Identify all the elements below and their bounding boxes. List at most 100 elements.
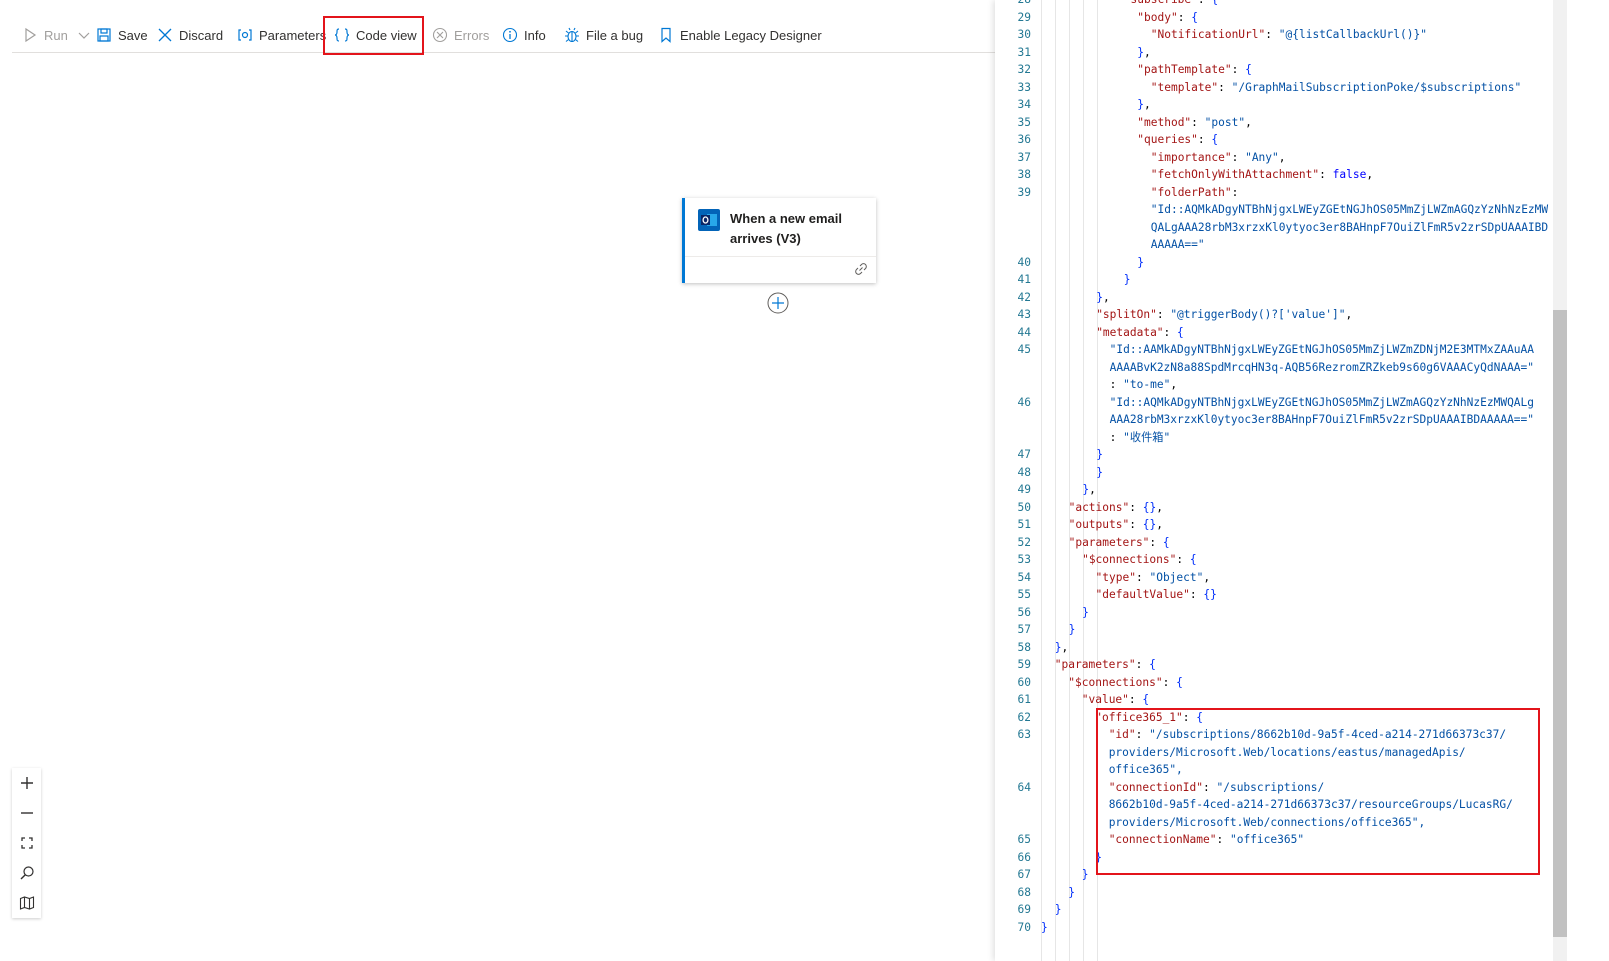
minus-icon: [20, 812, 33, 814]
line-number: 43: [1017, 308, 1031, 321]
line-number: 48: [1017, 465, 1031, 479]
code-text: "pathTemplate": {: [1137, 63, 1252, 76]
code-text: }: [1041, 920, 1048, 934]
code-line[interactable]: 52 "parameters": {: [995, 534, 1555, 552]
code-line[interactable]: 39 "folderPath":: [995, 184, 1555, 202]
code-line[interactable]: 46 "Id::AQMkADgyNTBhNjgxLWEyZGEtNGJhOS05…: [995, 394, 1555, 412]
code-line[interactable]: 31 },: [995, 44, 1555, 62]
code-line[interactable]: 32 "pathTemplate": {: [995, 61, 1555, 79]
code-text: }: [1095, 850, 1102, 864]
code-text: "value": {: [1081, 693, 1150, 706]
code-line[interactable]: 61 "value": {: [995, 691, 1555, 709]
code-line[interactable]: AAAAA==": [995, 236, 1555, 254]
parameters-button[interactable]: Parameters: [237, 24, 326, 46]
code-line[interactable]: 54 "type": "Object",: [995, 569, 1555, 587]
code-line[interactable]: 68 }: [995, 884, 1555, 902]
link-icon[interactable]: [854, 262, 868, 276]
code-text: "outputs": {},: [1068, 518, 1163, 531]
minimap-button[interactable]: [12, 888, 41, 918]
code-text: "fetchOnlyWithAttachment": false,: [1150, 168, 1374, 181]
bookmark-icon: [658, 27, 674, 43]
code-line[interactable]: 42},: [995, 289, 1555, 307]
code-line[interactable]: 48}: [995, 464, 1555, 482]
code-line[interactable]: 53 "$connections": {: [995, 551, 1555, 569]
line-number: 51: [1017, 518, 1031, 531]
code-line[interactable]: 35 "method": "post",: [995, 114, 1555, 132]
code-line[interactable]: 37 "importance": "Any",: [995, 149, 1555, 167]
designer-canvas[interactable]: [0, 53, 995, 961]
fit-view-button[interactable]: [12, 828, 41, 858]
line-number: 32: [1017, 63, 1031, 76]
code-line[interactable]: "Id::AQMkADgyNTBhNjgxLWEyZGEtNGJhOS05MmZ…: [995, 201, 1555, 219]
code-text: "Id::AQMkADgyNTBhNjgxLWEyZGEtNGJhOS05MmZ…: [1109, 395, 1535, 409]
line-number: 61: [1017, 693, 1031, 706]
code-line[interactable]: 38 "fetchOnlyWithAttachment": false,: [995, 166, 1555, 184]
code-line[interactable]: 34 },: [995, 96, 1555, 114]
code-line[interactable]: AAAABvK2zN8a88SpdMrcqHN3q-AQB56RezromZRZ…: [995, 359, 1555, 377]
code-line[interactable]: 59 "parameters": {: [995, 656, 1555, 674]
code-line[interactable]: : "to-me",: [995, 376, 1555, 394]
trigger-card-title: When a new email arrives (V3): [730, 211, 842, 246]
code-line[interactable]: 41}: [995, 271, 1555, 289]
code-line[interactable]: QALgAAA28rbM3xrzxKl0ytyoc3er8BAHnpF7OuiZ…: [995, 219, 1555, 237]
card-divider: [685, 256, 876, 257]
save-button[interactable]: Save: [96, 24, 148, 46]
code-line[interactable]: 29 "body": {: [995, 9, 1555, 27]
line-number: 53: [1017, 553, 1031, 566]
chevron-down-icon[interactable]: [76, 27, 92, 43]
code-line[interactable]: 50 "actions": {},: [995, 499, 1555, 517]
enable-legacy-designer-button[interactable]: Enable Legacy Designer: [658, 24, 822, 46]
code-line[interactable]: 30 "NotificationUrl": "@{listCallbackUrl…: [995, 26, 1555, 44]
code-line[interactable]: 49},: [995, 481, 1555, 499]
code-line[interactable]: 28 "subscribe": {: [995, 0, 1555, 9]
line-number: 62: [1017, 710, 1031, 724]
code-line[interactable]: 43 "splitOn": "@triggerBody()?['value']",: [995, 306, 1555, 324]
line-number: 60: [1017, 675, 1031, 689]
outlook-logo-icon: [698, 209, 720, 231]
zoom-in-button[interactable]: [12, 768, 41, 798]
code-line[interactable]: 56 }: [995, 604, 1555, 622]
code-line[interactable]: 40 }: [995, 254, 1555, 272]
code-line[interactable]: 58},: [995, 639, 1555, 657]
add-step-button[interactable]: [767, 292, 789, 314]
code-line[interactable]: 55 "defaultValue": {}: [995, 586, 1555, 604]
line-number: 47: [1017, 448, 1031, 461]
line-number: 59: [1017, 658, 1031, 671]
code-line[interactable]: 51 "outputs": {},: [995, 516, 1555, 534]
info-button[interactable]: Info: [502, 24, 546, 46]
discard-button[interactable]: Discard: [157, 24, 223, 46]
code-text: "importance": "Any",: [1150, 150, 1286, 164]
code-line[interactable]: : "收件箱": [995, 429, 1555, 447]
code-line[interactable]: 70}: [995, 919, 1555, 937]
file-bug-button[interactable]: File a bug: [564, 24, 643, 46]
info-icon: [502, 27, 518, 43]
code-text: "folderPath":: [1150, 185, 1239, 199]
code-line[interactable]: 33 "template": "/GraphMailSubscriptionPo…: [995, 79, 1555, 97]
scrollbar-thumb[interactable]: [1553, 310, 1567, 937]
run-label: Run: [44, 27, 68, 43]
code-line[interactable]: 57}: [995, 621, 1555, 639]
code-line[interactable]: 44 "metadata": {: [995, 324, 1555, 342]
run-button[interactable]: Run: [22, 24, 92, 46]
error-circle-icon: [432, 27, 448, 43]
code-text: "Id::AQMkADgyNTBhNjgxLWEyZGEtNGJhOS05MmZ…: [1150, 203, 1549, 216]
code-text: "parameters": {: [1068, 535, 1170, 549]
code-text: },: [1096, 290, 1110, 304]
code-line[interactable]: AAA28rbM3xrzxKl0ytyoc3er8BAHnpF7OuiZlFmR…: [995, 411, 1555, 429]
parameters-icon: [237, 27, 253, 43]
code-line[interactable]: 45 "Id::AAMkADgyNTBhNjgxLWEyZGEtNGJhOS05…: [995, 341, 1555, 359]
trigger-card[interactable]: When a new email arrives (V3): [682, 198, 876, 283]
errors-label: Errors: [454, 27, 490, 43]
line-number: 54: [1017, 570, 1031, 584]
zoom-out-button[interactable]: [12, 798, 41, 828]
code-line[interactable]: 69}: [995, 901, 1555, 919]
errors-button[interactable]: Errors: [432, 24, 489, 46]
search-button[interactable]: [12, 858, 41, 888]
line-number: 66: [1017, 850, 1031, 864]
code-text: }: [1054, 903, 1062, 916]
code-line[interactable]: 47}: [995, 446, 1555, 464]
info-label: Info: [524, 27, 546, 43]
map-icon: [19, 896, 34, 910]
code-line[interactable]: 36 "queries": {: [995, 131, 1555, 149]
code-line[interactable]: 60 "$connections": {: [995, 674, 1555, 692]
